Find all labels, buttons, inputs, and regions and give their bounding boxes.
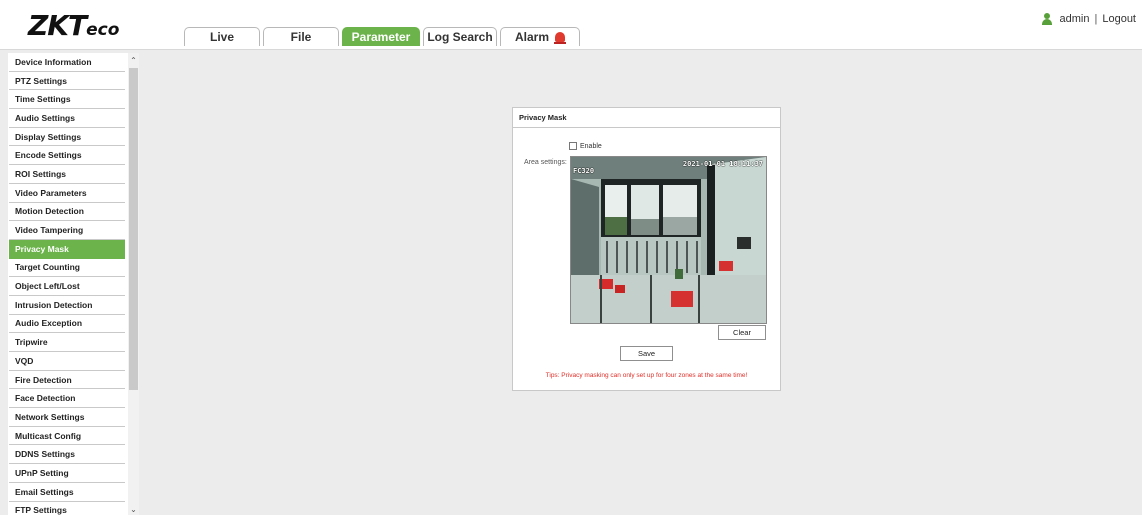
sidebar-item-fire-detection[interactable]: Fire Detection [9,371,125,390]
sidebar-item-vqd[interactable]: VQD [9,352,125,371]
sidebar-item-object-left-lost[interactable]: Object Left/Lost [9,277,125,296]
sidebar-item-device-information[interactable]: Device Information [9,53,125,72]
sidebar-item-ddns-settings[interactable]: DDNS Settings [9,445,125,465]
sidebar-item-video-tampering[interactable]: Video Tampering [9,221,125,240]
osd-camera-name: FC320 [573,167,595,175]
sidebar-item-ptz-settings[interactable]: PTZ Settings [9,72,125,91]
sidebar-item-ftp-settings[interactable]: FTP Settings [9,502,125,515]
video-preview-canvas[interactable]: 2021-01-01 18:11:37 FC320 [570,156,767,324]
enable-checkbox[interactable] [569,142,577,150]
tab-alarm[interactable]: Alarm [500,27,580,46]
enable-row: Enable [569,142,602,150]
settings-menu: Device Information PTZ Settings Time Set… [8,53,126,515]
sidebar-item-tripwire[interactable]: Tripwire [9,333,125,352]
sidebar-item-privacy-mask[interactable]: Privacy Mask [9,239,125,259]
zkteco-logo: ZKTeco [28,9,120,42]
tab-live[interactable]: Live [184,27,260,46]
sidebar-item-target-counting[interactable]: Target Counting [9,259,125,278]
sidebar-item-network-settings[interactable]: Network Settings [9,408,125,427]
user-bar: admin | Logout [1041,13,1136,25]
osd-timestamp: 2021-01-01 18:11:37 [682,160,763,168]
privacy-mask-panel: Privacy Mask Enable Area settings: 2021-… [512,107,781,391]
sidebar-scrollbar[interactable]: ⌃ ⌄ [128,53,139,515]
top-header: ZKTeco Live File Parameter Log Search Al… [0,0,1142,50]
alarm-bell-icon [554,32,566,44]
sidebar-item-time-settings[interactable]: Time Settings [9,90,125,110]
sidebar-item-motion-detection[interactable]: Motion Detection [9,203,125,222]
sidebar-item-roi-settings[interactable]: ROI Settings [9,165,125,184]
area-settings-label: Area settings: [524,159,567,166]
chevron-down-icon[interactable]: ⌄ [128,504,139,515]
sidebar-item-upnp-setting[interactable]: UPnP Setting [9,464,125,483]
tab-parameter[interactable]: Parameter [342,27,420,46]
sidebar-item-intrusion-detection[interactable]: Intrusion Detection [9,296,125,315]
camera-scene-image [571,157,766,323]
sidebar-item-audio-settings[interactable]: Audio Settings [9,109,125,128]
username-label: admin [1059,13,1090,25]
sidebar-item-display-settings[interactable]: Display Settings [9,128,125,147]
clear-button[interactable]: Clear [718,325,766,340]
sidebar-item-email-settings[interactable]: Email Settings [9,483,125,502]
parameter-sidebar: Device Information PTZ Settings Time Set… [8,53,139,515]
sidebar-item-audio-exception[interactable]: Audio Exception [9,315,125,334]
chevron-up-icon[interactable]: ⌃ [128,55,139,66]
tab-log-search[interactable]: Log Search [423,27,497,46]
sidebar-item-multicast-config[interactable]: Multicast Config [9,427,125,446]
enable-label: Enable [580,142,602,150]
sidebar-item-video-parameters[interactable]: Video Parameters [9,184,125,203]
logout-link[interactable]: Logout [1102,13,1136,25]
tips-text: Tips: Privacy masking can only set up fo… [545,372,748,379]
sidebar-item-face-detection[interactable]: Face Detection [9,389,125,409]
user-separator: | [1094,13,1098,25]
scrollbar-thumb[interactable] [129,68,138,390]
panel-title: Privacy Mask [513,108,780,128]
tab-file[interactable]: File [263,27,339,46]
main-nav-tabs: Live File Parameter Log Search Alarm [184,27,583,46]
user-icon [1041,13,1052,25]
save-button[interactable]: Save [620,346,673,361]
sidebar-item-encode-settings[interactable]: Encode Settings [9,146,125,166]
